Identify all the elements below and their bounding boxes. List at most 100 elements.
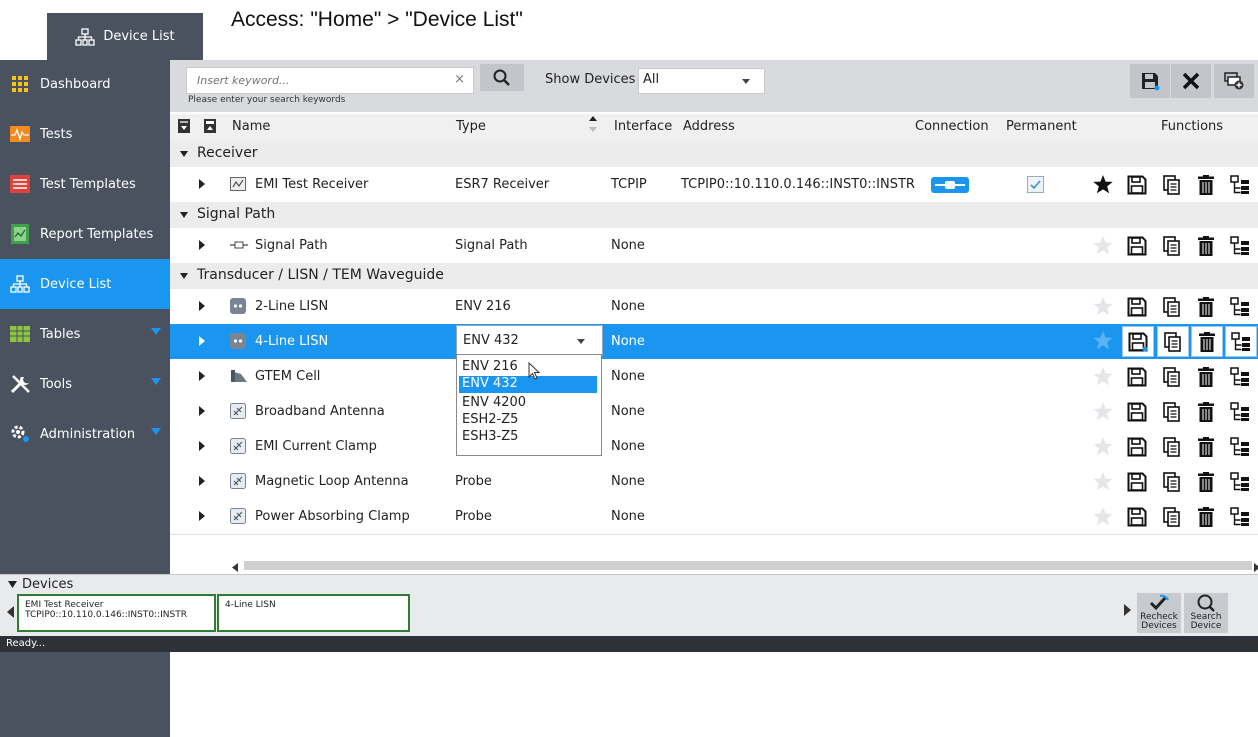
sidebar-item-dashboard[interactable]: Dashboard xyxy=(0,60,170,108)
copy-icon[interactable] xyxy=(1157,170,1187,199)
tree-structure-icon[interactable] xyxy=(1225,397,1255,426)
sort-arrow-icon[interactable] xyxy=(589,115,597,137)
device-card[interactable]: EMI Test Receiver TCPIP0::10.110.0.146::… xyxy=(17,594,216,632)
search-button[interactable] xyxy=(480,64,524,91)
type-option[interactable]: ESH3-Z5 xyxy=(459,429,597,446)
column-header-interface[interactable]: Interface xyxy=(614,119,672,134)
device-list-top-tab[interactable]: Device List xyxy=(47,13,203,60)
table-row[interactable]: Signal Path Signal Path None xyxy=(170,228,1258,264)
expand-arrow-icon[interactable] xyxy=(151,428,161,435)
table-row-selected[interactable]: 4-Line LISN None xyxy=(170,324,1258,360)
column-header-address[interactable]: Address xyxy=(683,119,735,134)
favorite-star-icon[interactable] xyxy=(1088,467,1118,496)
permanent-checkbox[interactable] xyxy=(1027,176,1044,197)
save-icon[interactable] xyxy=(1122,170,1152,199)
sidebar-item-test-templates[interactable]: Test Templates xyxy=(0,160,170,208)
copy-icon[interactable] xyxy=(1157,362,1187,391)
expand-row-icon[interactable] xyxy=(199,240,205,250)
search-input[interactable] xyxy=(195,73,439,88)
save-icon[interactable] xyxy=(1122,231,1152,260)
column-header-connection[interactable]: Connection xyxy=(915,119,989,134)
horizontal-scrollbar[interactable] xyxy=(170,557,1258,574)
delete-icon[interactable] xyxy=(1191,326,1223,357)
expand-all-icon[interactable] xyxy=(178,119,190,137)
table-row[interactable]: Magnetic Loop Antenna Probe None xyxy=(170,464,1258,500)
type-select[interactable]: ENV 432 xyxy=(456,325,603,356)
expand-row-icon[interactable] xyxy=(199,406,205,416)
delete-icon[interactable] xyxy=(1191,231,1221,260)
column-header-name[interactable]: Name xyxy=(232,119,270,134)
collapse-all-icon[interactable] xyxy=(204,119,216,137)
copy-icon[interactable] xyxy=(1157,467,1187,496)
devices-panel-header[interactable]: Devices xyxy=(8,577,73,592)
show-devices-select[interactable]: All xyxy=(638,68,765,94)
expand-arrow-icon[interactable] xyxy=(151,328,161,335)
favorite-star-icon[interactable] xyxy=(1088,231,1118,260)
favorite-star-icon[interactable] xyxy=(1088,502,1118,531)
sidebar-item-device-list[interactable]: Device List xyxy=(0,259,170,309)
column-header-permanent[interactable]: Permanent xyxy=(1006,119,1077,134)
save-icon[interactable] xyxy=(1122,502,1152,531)
collapse-group-icon[interactable] xyxy=(180,273,188,279)
device-type[interactable]: ESR7 Receiver xyxy=(455,177,549,192)
column-header-type[interactable]: Type xyxy=(456,119,486,134)
group-row-receiver[interactable]: Receiver xyxy=(170,141,1258,168)
tree-structure-icon[interactable] xyxy=(1225,292,1255,321)
device-type[interactable]: Signal Path xyxy=(455,238,528,253)
device-card[interactable]: 4-Line LISN xyxy=(217,594,410,632)
connection-status-icon[interactable] xyxy=(931,177,969,197)
expand-row-icon[interactable] xyxy=(199,371,205,381)
favorite-star-icon[interactable] xyxy=(1088,432,1118,461)
device-type[interactable]: ENV 216 xyxy=(455,299,511,314)
favorite-star-icon[interactable] xyxy=(1088,292,1118,321)
expand-row-icon[interactable] xyxy=(199,336,205,346)
copy-icon[interactable] xyxy=(1157,326,1189,357)
copy-icon[interactable] xyxy=(1157,432,1187,461)
expand-row-icon[interactable] xyxy=(199,441,205,451)
table-row[interactable]: Broadband Antenna None xyxy=(170,394,1258,430)
expand-row-icon[interactable] xyxy=(199,476,205,486)
group-row-signal-path[interactable]: Signal Path xyxy=(170,202,1258,229)
expand-row-icon[interactable] xyxy=(199,179,205,189)
sidebar-item-tools[interactable]: Tools xyxy=(0,360,170,408)
device-type[interactable]: Probe xyxy=(455,509,492,524)
copy-icon[interactable] xyxy=(1157,397,1187,426)
tree-structure-icon[interactable] xyxy=(1225,326,1257,357)
recheck-devices-button[interactable]: Recheck Devices xyxy=(1137,593,1181,633)
device-address[interactable]: TCPIP0::10.110.0.146::INST0::INSTR xyxy=(681,177,915,192)
delete-icon[interactable] xyxy=(1191,467,1221,496)
delete-icon[interactable] xyxy=(1191,432,1221,461)
collapse-group-icon[interactable] xyxy=(180,151,188,157)
delete-icon[interactable] xyxy=(1191,397,1221,426)
save-icon[interactable] xyxy=(1122,362,1152,391)
copy-icon[interactable] xyxy=(1157,502,1187,531)
expand-row-icon[interactable] xyxy=(199,301,205,311)
discard-changes-button[interactable] xyxy=(1171,64,1211,98)
tree-structure-icon[interactable] xyxy=(1225,467,1255,496)
sidebar-item-tables[interactable]: Tables xyxy=(0,310,170,358)
tree-structure-icon[interactable] xyxy=(1225,170,1255,199)
favorite-star-icon[interactable] xyxy=(1088,397,1118,426)
collapse-group-icon[interactable] xyxy=(180,212,188,218)
save-icon[interactable] xyxy=(1122,326,1154,357)
table-row[interactable]: Power Absorbing Clamp Probe None xyxy=(170,499,1258,535)
type-option[interactable]: ESH2-Z5 xyxy=(459,412,597,429)
save-icon[interactable] xyxy=(1122,292,1152,321)
expand-arrow-icon[interactable] xyxy=(151,378,161,385)
group-row-transducer[interactable]: Transducer / LISN / TEM Waveguide xyxy=(170,263,1258,290)
scroll-left-icon[interactable] xyxy=(7,606,14,622)
clear-search-icon[interactable]: × xyxy=(454,72,465,87)
table-row[interactable]: 2-Line LISN ENV 216 None xyxy=(170,289,1258,325)
favorite-star-icon[interactable] xyxy=(1088,362,1118,391)
tree-structure-icon[interactable] xyxy=(1225,502,1255,531)
tree-structure-icon[interactable] xyxy=(1225,362,1255,391)
search-device-button[interactable]: Search Device xyxy=(1184,593,1228,633)
save-icon[interactable] xyxy=(1122,397,1152,426)
delete-icon[interactable] xyxy=(1191,502,1221,531)
favorite-star-icon[interactable] xyxy=(1088,326,1118,355)
expand-row-icon[interactable] xyxy=(199,511,205,521)
save-icon[interactable] xyxy=(1122,467,1152,496)
scrollbar-thumb[interactable] xyxy=(244,561,1252,570)
tree-structure-icon[interactable] xyxy=(1225,231,1255,260)
type-option[interactable]: ENV 4200 xyxy=(459,395,597,412)
